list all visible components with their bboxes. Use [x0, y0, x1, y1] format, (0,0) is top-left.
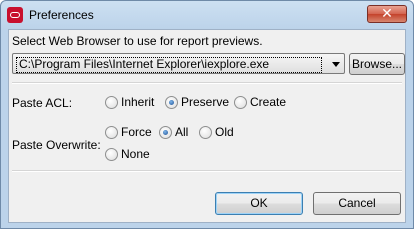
preferences-dialog: Preferences ✕ Select Web Browser to use … — [0, 0, 414, 229]
close-icon: ✕ — [381, 5, 393, 21]
paste-overwrite-force-label[interactable]: Force — [121, 125, 152, 139]
window-title: Preferences — [29, 8, 94, 22]
paste-acl-inherit-label[interactable]: Inherit — [121, 95, 154, 109]
paste-overwrite-all-radio[interactable] — [159, 126, 172, 139]
separator — [12, 82, 402, 84]
chevron-down-icon[interactable] — [332, 62, 340, 67]
close-button[interactable]: ✕ — [367, 5, 407, 23]
browser-prompt: Select Web Browser to use for report pre… — [12, 34, 263, 48]
cancel-button[interactable]: Cancel — [313, 192, 401, 215]
ok-button[interactable]: OK — [215, 192, 303, 215]
paste-overwrite-none-radio[interactable] — [105, 148, 118, 161]
paste-acl-create-radio[interactable] — [234, 96, 247, 109]
dialog-content: Select Web Browser to use for report pre… — [8, 29, 406, 223]
browse-button[interactable]: Browse... — [349, 53, 405, 75]
title-bar[interactable]: Preferences ✕ — [1, 1, 413, 29]
paste-acl-label: Paste ACL: — [12, 96, 73, 110]
browser-path-select[interactable]: C:\Program Files\Internet Explorer\iexpl… — [12, 53, 345, 74]
paste-acl-preserve-label[interactable]: Preserve — [181, 95, 229, 109]
paste-acl-create-label[interactable]: Create — [250, 95, 286, 109]
paste-overwrite-none-label[interactable]: None — [121, 147, 150, 161]
paste-overwrite-force-radio[interactable] — [105, 126, 118, 139]
paste-overwrite-old-label[interactable]: Old — [215, 125, 234, 139]
paste-overwrite-label: Paste Overwrite: — [12, 138, 101, 152]
browser-path-value: C:\Program Files\Internet Explorer\iexpl… — [16, 57, 322, 73]
paste-overwrite-all-label[interactable]: All — [175, 125, 188, 139]
oracle-logo-icon — [7, 7, 23, 23]
separator — [12, 170, 402, 172]
paste-acl-preserve-radio[interactable] — [165, 96, 178, 109]
paste-overwrite-old-radio[interactable] — [199, 126, 212, 139]
paste-acl-inherit-radio[interactable] — [105, 96, 118, 109]
